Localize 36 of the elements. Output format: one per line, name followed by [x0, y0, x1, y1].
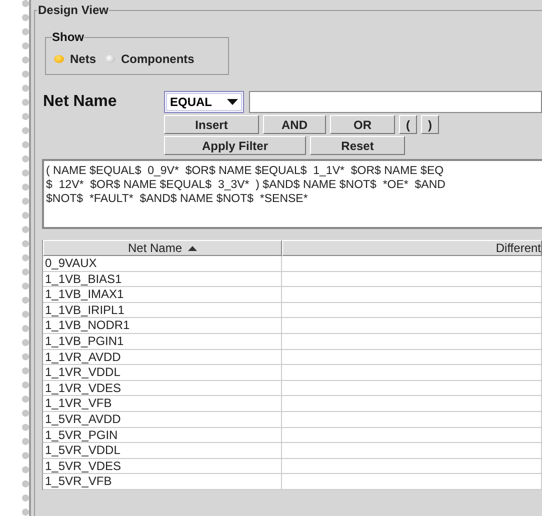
filter-button[interactable]: (: [399, 115, 417, 134]
table-cell: 1_5VR_VFB: [43, 474, 282, 490]
table-cell: 1_1VB_PGIN1: [43, 334, 282, 350]
table-cell: 1_1VB_BIAS1: [43, 272, 282, 288]
table-cell: 1_1VB_IMAX1: [43, 287, 282, 303]
caret-icon: [227, 99, 238, 105]
table-cell: 1_1VR_AVDD: [43, 350, 282, 366]
radio-option[interactable]: Components: [105, 52, 194, 66]
filter-button[interactable]: AND: [263, 115, 326, 134]
table-cell: 1_1VR_VDES: [43, 380, 282, 396]
expression-line: ( NAME $EQUAL$ 0_9V* $OR$ NAME $EQUAL$ 1_1V* $OR$ NAME $EQ: [46, 164, 445, 178]
filter-button[interactable]: Reset: [310, 136, 405, 155]
table-cell: 1_1VR_VDDL: [43, 365, 282, 381]
table-cell: 1_1VR_VFB: [43, 396, 282, 412]
filter-button[interactable]: OR: [330, 115, 395, 134]
table-cell: 1_5VR_VDDL: [43, 443, 282, 459]
filter-button[interactable]: ): [421, 115, 439, 134]
radio-option[interactable]: Nets: [54, 52, 96, 66]
expression-area[interactable]: ( NAME $EQUAL$ 0_9V* $OR$ NAME $EQUAL$ 1_1V* $OR$ NAME $EQ $ 12V* $OR$ NAME $EQUAL$ 3_3V* ) $AND$ NAME $NOT$ *OE* $AND $NOT$ *FAULT* $AND$ NAME $NOT$ *SENSE*: [42, 159, 542, 229]
column-header[interactable]: Different: [282, 240, 542, 256]
table-cell: 1_5VR_PGIN: [43, 428, 282, 444]
table-cell: 1_1VB_IRIPL1: [43, 302, 282, 318]
group-title: Design View: [37, 3, 110, 17]
table-cell: 0_9VAUX: [43, 256, 282, 272]
table-cell: 1_5VR_VDES: [43, 458, 282, 474]
expression-line: $NOT$ *FAULT* $AND$ NAME $NOT$ *SENSE*: [46, 192, 309, 206]
show-title: Show: [52, 30, 84, 44]
operator-dropdown[interactable]: EQUAL: [164, 91, 244, 113]
filter-button[interactable]: Insert: [164, 115, 259, 134]
table-cell: 1_5VR_AVDD: [43, 412, 282, 428]
filter-button[interactable]: Apply Filter: [164, 136, 306, 155]
column-header[interactable]: Net Name: [43, 240, 282, 256]
expression-line: $ 12V* $OR$ NAME $EQUAL$ 3_3V* ) $AND$ NAME $NOT$ *OE* $AND: [46, 178, 446, 192]
filter-input[interactable]: [249, 91, 542, 113]
table-cell: 1_1VB_NODR1: [43, 318, 282, 334]
net-name-label: Net Name: [43, 93, 118, 111]
